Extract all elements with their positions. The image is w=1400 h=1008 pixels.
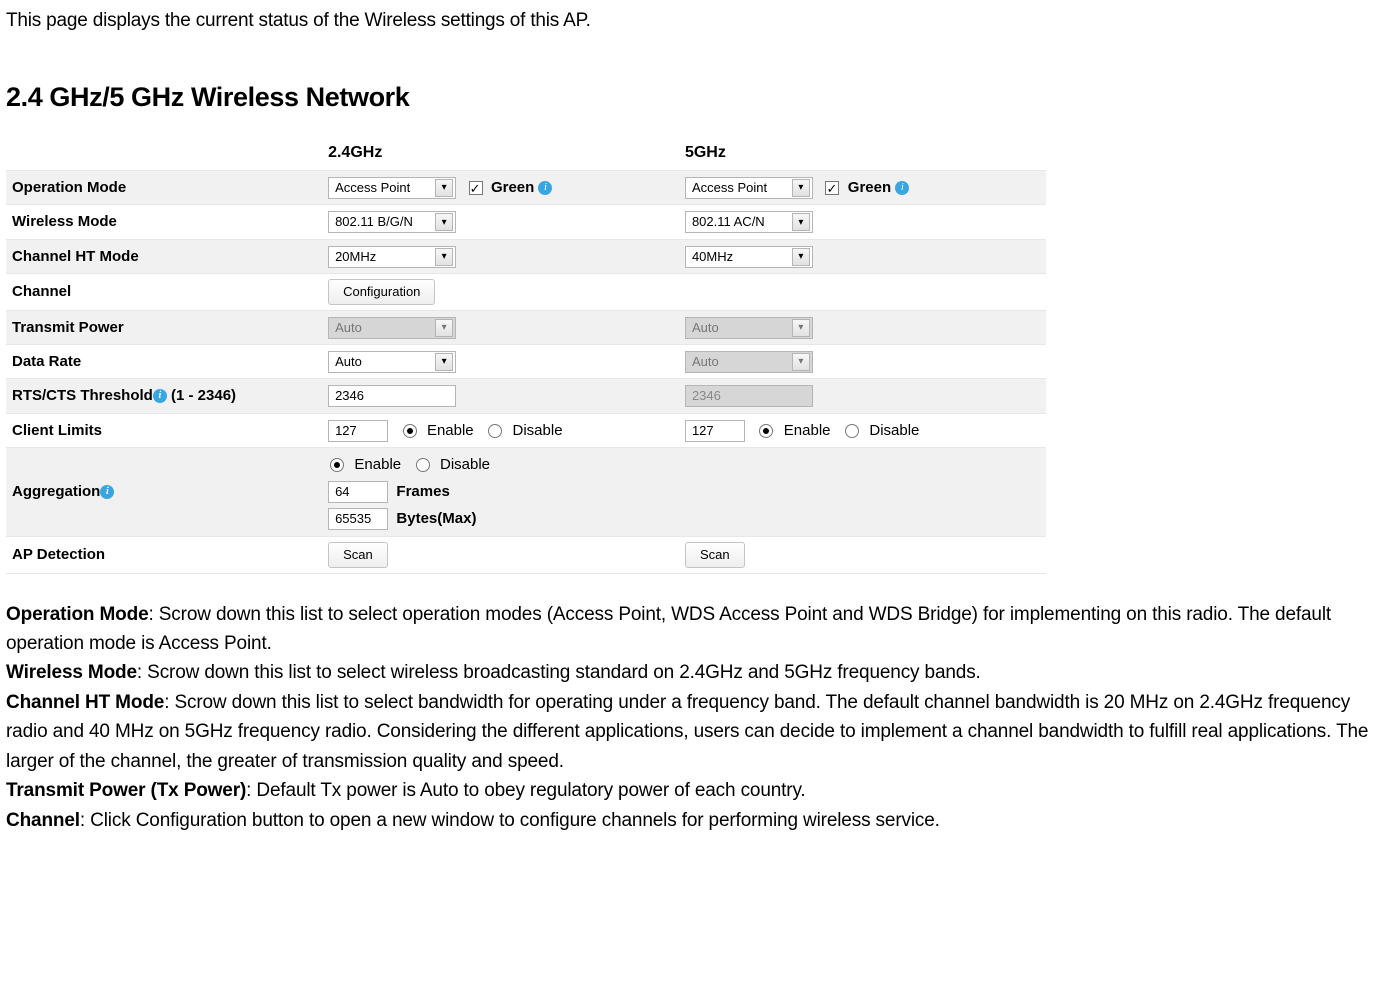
chevron-down-icon: ▾ [792,248,810,266]
def-term-operation-mode: Operation Mode [6,604,149,625]
row-label-data-rate: Data Rate [6,345,322,379]
client-limits-5-enable-radio[interactable] [759,424,773,438]
def-text-channel: : Click Configuration button to open a n… [80,810,940,831]
enable-label: Enable [784,422,831,439]
aggregation-enable-radio[interactable] [330,458,344,472]
wireless-mode-24-value: 802.11 B/G/N [335,212,413,232]
client-limits-24-enable-radio[interactable] [403,424,417,438]
def-term-tx-power: Transmit Power (Tx Power) [6,780,246,801]
def-term-channel-ht: Channel HT Mode [6,692,164,713]
row-label-wireless-mode: Wireless Mode [6,205,322,239]
disable-label: Disable [869,422,919,439]
wireless-mode-5-value: 802.11 AC/N [692,212,765,232]
client-limits-5-input[interactable]: 127 [685,420,745,442]
client-limits-24-input[interactable]: 127 [328,420,388,442]
row-label-aggregation: Aggregation [6,447,322,536]
data-rate-5-select[interactable]: Auto ▾ [685,351,813,373]
row-label-tx-power: Transmit Power [6,310,322,344]
row-label-rtscts: RTS/CTS Threshold (1 - 2346) [6,379,322,413]
row-label-operation-mode: Operation Mode [6,171,322,205]
column-header-24ghz: 2.4GHz [322,141,679,170]
green-5-label: Green [848,179,891,196]
green-24-label: Green [491,179,534,196]
enable-label: Enable [427,422,474,439]
tx-power-24-value: Auto [335,318,362,338]
row-label-ap-detection: AP Detection [6,536,322,573]
def-term-wireless-mode: Wireless Mode [6,662,137,683]
channel-ht-5-select[interactable]: 40MHz ▾ [685,246,813,268]
chevron-down-icon: ▾ [792,319,810,337]
rtscts-5-input: 2346 [685,385,813,407]
chevron-down-icon: ▾ [435,213,453,231]
chevron-down-icon: ▾ [792,353,810,371]
operation-mode-5-select[interactable]: Access Point ▾ [685,177,813,199]
channel-ht-5-value: 40MHz [692,247,733,267]
disable-label: Disable [513,422,563,439]
wireless-settings-table: 2.4GHz 5GHz Operation Mode Access Point … [6,141,1046,573]
chevron-down-icon: ▾ [792,179,810,197]
aggregation-frames-input[interactable]: 64 [328,481,388,503]
intro-text: This page displays the current status of… [6,6,1394,35]
row-label-channel: Channel [6,273,322,310]
info-icon[interactable] [153,389,167,403]
column-header-5ghz: 5GHz [679,141,1046,170]
field-definitions: Operation Mode: Scrow down this list to … [6,600,1394,836]
data-rate-5-value: Auto [692,352,719,372]
def-text-channel-ht: : Scrow down this list to select bandwid… [6,692,1368,772]
chevron-down-icon: ▾ [792,213,810,231]
row-label-channel-ht: Channel HT Mode [6,239,322,273]
channel-ht-24-select[interactable]: 20MHz ▾ [328,246,456,268]
channel-configuration-button[interactable]: Configuration [328,279,435,305]
frames-label: Frames [396,483,449,500]
operation-mode-24-select[interactable]: Access Point ▾ [328,177,456,199]
client-limits-5-disable-radio[interactable] [845,424,859,438]
def-term-channel: Channel [6,810,80,831]
def-text-operation-mode: : Scrow down this list to select operati… [6,604,1331,654]
enable-label: Enable [354,456,401,473]
data-rate-24-value: Auto [335,352,362,372]
chevron-down-icon: ▾ [435,353,453,371]
chevron-down-icon: ▾ [435,319,453,337]
chevron-down-icon: ▾ [435,248,453,266]
tx-power-5-value: Auto [692,318,719,338]
info-icon[interactable] [895,181,909,195]
data-rate-24-select[interactable]: Auto ▾ [328,351,456,373]
channel-ht-24-value: 20MHz [335,247,376,267]
info-icon[interactable] [100,485,114,499]
def-text-tx-power: : Default Tx power is Auto to obey regul… [246,780,805,801]
rtscts-24-input[interactable]: 2346 [328,385,456,407]
tx-power-24-select[interactable]: Auto ▾ [328,317,456,339]
def-text-wireless-mode: : Scrow down this list to select wireles… [137,662,981,683]
wireless-mode-24-select[interactable]: 802.11 B/G/N ▾ [328,211,456,233]
client-limits-24-disable-radio[interactable] [488,424,502,438]
chevron-down-icon: ▾ [435,179,453,197]
wireless-mode-5-select[interactable]: 802.11 AC/N ▾ [685,211,813,233]
disable-label: Disable [440,456,490,473]
aggregation-bytes-input[interactable]: 65535 [328,508,388,530]
operation-mode-24-value: Access Point [335,178,410,198]
green-5-checkbox[interactable] [825,181,839,195]
ap-detection-scan-24-button[interactable]: Scan [328,542,388,568]
info-icon[interactable] [538,181,552,195]
operation-mode-5-value: Access Point [692,178,767,198]
ap-detection-scan-5-button[interactable]: Scan [685,542,745,568]
row-label-client-limits: Client Limits [6,413,322,447]
aggregation-disable-radio[interactable] [416,458,430,472]
green-24-checkbox[interactable] [469,181,483,195]
tx-power-5-select[interactable]: Auto ▾ [685,317,813,339]
bytes-label: Bytes(Max) [396,510,476,527]
section-heading: 2.4 GHz/5 GHz Wireless Network [6,77,1394,119]
